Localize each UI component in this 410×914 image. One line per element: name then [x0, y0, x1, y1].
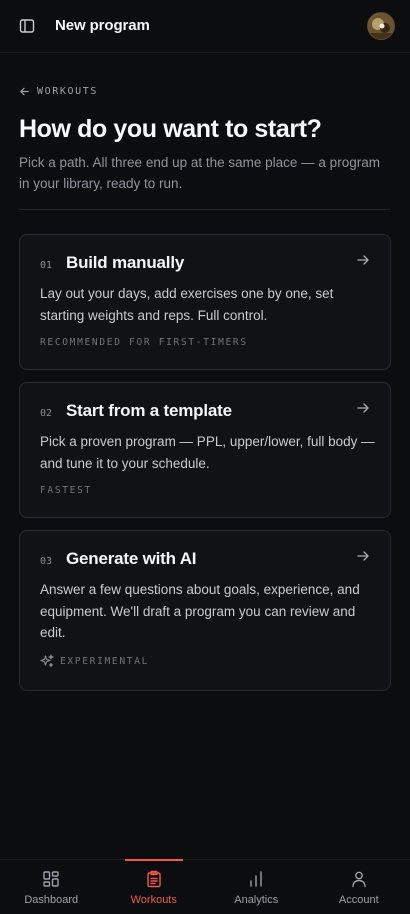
nav-label: Dashboard [24, 894, 79, 906]
app-root: New program WORKOUTS How do you want to … [0, 0, 410, 914]
option-title: Generate with AI [66, 549, 197, 568]
page-subtitle: Pick a path. All three end up at the sam… [19, 155, 380, 191]
sparkles-icon [40, 654, 54, 668]
top-bar: New program [0, 0, 410, 53]
user-icon [352, 871, 366, 888]
back-link-label: WORKOUTS [37, 86, 98, 97]
option-number: 02 [40, 408, 53, 419]
bar-chart-icon [250, 871, 262, 887]
divider [19, 209, 390, 210]
option-tag: FASTEST [40, 485, 92, 496]
nav-label: Workouts [130, 894, 177, 906]
back-to-workouts-link[interactable]: WORKOUTS [19, 86, 98, 97]
nav-item-workouts[interactable]: Workouts [103, 859, 206, 914]
option-description: Answer a few questions about goals, expe… [40, 582, 360, 640]
arrow-left-icon [20, 87, 29, 96]
dashboard-icon [43, 871, 59, 887]
nav-item-account[interactable]: Account [308, 860, 410, 914]
nav-label: Account [338, 894, 379, 906]
sidebar-toggle-icon[interactable] [18, 17, 36, 35]
option-title: Start from a template [66, 401, 232, 420]
option-description: Pick a proven program — PPL, upper/lower… [40, 434, 375, 471]
option-number: 03 [40, 556, 53, 567]
clipboard-icon [147, 870, 161, 888]
avatar[interactable] [367, 12, 395, 40]
option-tag: EXPERIMENTAL [40, 654, 149, 668]
page-header-title: New program [55, 17, 150, 34]
option-generate-ai-card[interactable]: 03 Generate with AI Answer a few questio… [19, 530, 391, 691]
bottom-nav: Dashboard Workouts Analytics Account [0, 859, 410, 914]
option-tag-label: FASTEST [40, 485, 92, 496]
option-tag: RECOMMENDED FOR FIRST-TIMERS [40, 337, 248, 348]
page-title: How do you want to start? [19, 115, 322, 143]
option-build-manually-card[interactable]: 01 Build manually Lay out your days, add… [19, 234, 391, 370]
nav-label: Analytics [234, 894, 279, 906]
nav-item-dashboard[interactable]: Dashboard [0, 860, 103, 914]
option-template-card[interactable]: 02 Start from a template Pick a proven p… [19, 382, 391, 518]
nav-item-analytics[interactable]: Analytics [205, 860, 308, 914]
arrow-right-icon [357, 403, 369, 413]
option-tag-label: RECOMMENDED FOR FIRST-TIMERS [40, 337, 248, 348]
option-description: Lay out your days, add exercises one by … [40, 286, 334, 323]
option-tag-label: EXPERIMENTAL [60, 655, 150, 667]
option-title: Build manually [66, 253, 185, 272]
arrow-right-icon [357, 551, 369, 561]
arrow-right-icon [357, 255, 369, 265]
option-number: 01 [40, 260, 53, 271]
